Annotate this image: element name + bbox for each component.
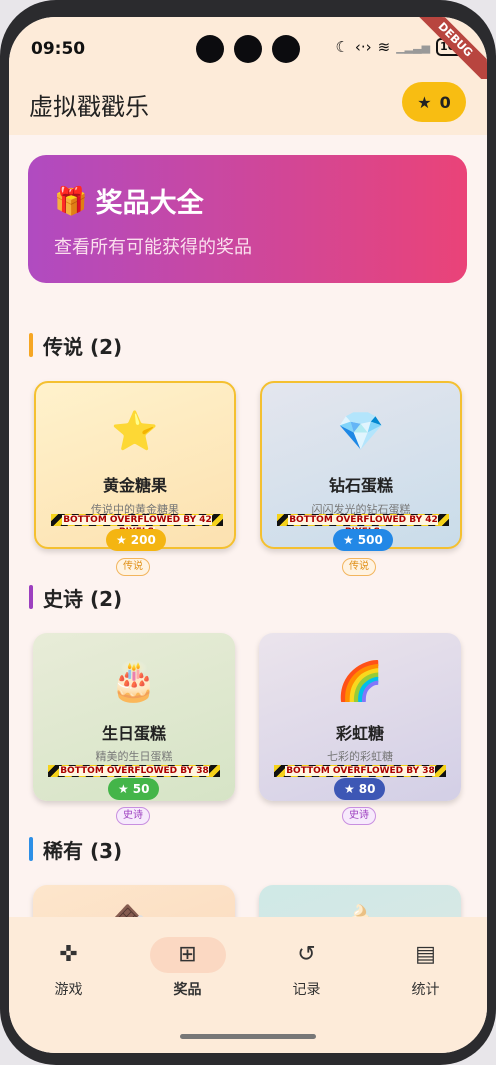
status-bar: 09:50 ☾ ‹·› ≋ ▁▂▃▅ 100 DEBUG xyxy=(9,17,487,89)
star-icon: ★ xyxy=(116,533,127,547)
prize-price-badge: ★ 200 xyxy=(106,529,166,551)
rarity-tag: 史诗 xyxy=(342,807,376,825)
gamepad-icon: ✜ xyxy=(59,942,78,967)
status-time: 09:50 xyxy=(31,39,86,59)
prize-name: 生日蛋糕 xyxy=(101,724,166,743)
wifi-icon: ≋ xyxy=(377,38,391,56)
hero-title-text: 奖品大全 xyxy=(95,188,204,219)
section-label: 传说 (2) xyxy=(43,334,123,359)
app-bar: 虚拟戳戳乐 ★ 0 xyxy=(9,79,487,135)
section-label: 稀有 (3) xyxy=(43,838,123,863)
app-title: 虚拟戳戳乐 xyxy=(29,93,149,121)
prize-description: 七彩的彩虹糖 xyxy=(327,750,393,763)
device-frame: 09:50 ☾ ‹·› ≋ ▁▂▃▅ 100 DEBUG 虚拟戳戳乐 ★ 0 🎁… xyxy=(0,0,496,1065)
rarity-tag: 史诗 xyxy=(116,807,150,825)
overflow-warning: BOTTOM OVERFLOWED BY 42 PIXELS xyxy=(277,514,449,537)
rarity-tag: 传说 xyxy=(116,558,150,576)
gift-icon: ⊞ xyxy=(149,937,226,973)
star-icon: ⭐ xyxy=(111,409,159,453)
overflow-warning: BOTTOM OVERFLOWED BY 42 PIXELS xyxy=(51,514,223,537)
hero-title: 🎁 奖品大全 xyxy=(54,181,204,220)
prize-price-badge: ★ 50 xyxy=(108,778,160,800)
section-header-legendary: 传说 (2) xyxy=(29,331,122,359)
section-label: 史诗 (2) xyxy=(43,586,123,611)
ice-cream-icon: 🍦 xyxy=(259,903,461,917)
section-accent-bar xyxy=(29,333,33,357)
prize-price-badge: ★ 500 xyxy=(333,529,393,551)
cake-icon: 🎂 xyxy=(110,659,158,703)
prize-card-ice-cream[interactable]: 🍦 xyxy=(259,885,461,917)
prize-card-rainbow-candy[interactable]: 🌈 彩虹糖 七彩的彩虹糖 BOTTOM OVERFLOWED BY 38 PIX… xyxy=(259,633,461,801)
nav-label: 奖品 xyxy=(173,982,202,998)
prize-name: 黄金糖果 xyxy=(102,476,167,495)
moon-icon: ☾ xyxy=(335,38,349,56)
nav-item-prizes[interactable]: ⊞ 奖品 xyxy=(128,937,247,999)
section-accent-bar xyxy=(29,837,33,861)
nav-label: 统计 xyxy=(411,982,440,998)
data-transfer-icon: ‹·› xyxy=(354,38,372,56)
prize-name: 彩虹糖 xyxy=(335,724,384,743)
nav-label: 记录 xyxy=(292,982,321,998)
overflow-warning: BOTTOM OVERFLOWED BY 38 PIXELS xyxy=(274,765,446,788)
hero-banner: 🎁 奖品大全 查看所有可能获得的奖品 xyxy=(28,155,467,283)
nav-item-game[interactable]: ✜ 游戏 xyxy=(9,937,128,999)
star-balance-badge[interactable]: ★ 0 xyxy=(402,82,466,122)
section-header-rare: 稀有 (3) xyxy=(29,835,122,863)
star-icon: ★ xyxy=(118,782,129,796)
camera-icon xyxy=(196,35,224,63)
nav-item-stats[interactable]: ▤ 统计 xyxy=(366,937,485,999)
chart-icon: ▤ xyxy=(415,942,436,967)
camera-icon xyxy=(234,35,262,63)
overflow-warning: BOTTOM OVERFLOWED BY 38 PIXELS xyxy=(48,765,220,788)
home-indicator[interactable] xyxy=(180,1034,316,1039)
prize-card-birthday-cake[interactable]: 🎂 生日蛋糕 精美的生日蛋糕 BOTTOM OVERFLOWED BY 38 P… xyxy=(33,633,235,801)
rainbow-icon: 🌈 xyxy=(336,659,384,703)
screen: 09:50 ☾ ‹·› ≋ ▁▂▃▅ 100 DEBUG 虚拟戳戳乐 ★ 0 🎁… xyxy=(9,17,487,1053)
gift-icon: 🎁 xyxy=(54,185,88,217)
signal-icon: ▁▂▃▅ xyxy=(396,40,431,54)
prize-card-golden-candy[interactable]: ⭐ 黄金糖果 传说中的黄金糖果 BOTTOM OVERFLOWED BY 42 … xyxy=(34,381,236,551)
star-icon: ★ xyxy=(344,782,355,796)
hero-subtitle: 查看所有可能获得的奖品 xyxy=(54,237,252,258)
section-header-epic: 史诗 (2) xyxy=(29,583,122,611)
star-icon: ★ xyxy=(343,533,354,547)
prize-price-badge: ★ 80 xyxy=(334,778,386,800)
diamond-icon: 💎 xyxy=(337,409,385,453)
star-count: 0 xyxy=(439,92,451,112)
prize-list[interactable]: 🎁 奖品大全 查看所有可能获得的奖品 传说 (2) ⭐ 黄金糖果 传说中的黄金糖… xyxy=(9,135,487,917)
bottom-navigation: ✜ 游戏 ⊞ 奖品 ↺ 记录 ▤ 统计 xyxy=(9,917,487,1053)
prize-card-diamond-cake[interactable]: 💎 钻石蛋糕 闪闪发光的钻石蛋糕 BOTTOM OVERFLOWED BY 42… xyxy=(260,381,462,551)
prize-card-chocolate[interactable]: 🍫 xyxy=(33,885,235,917)
star-icon: ★ xyxy=(417,92,432,112)
prize-description: 精美的生日蛋糕 xyxy=(95,750,173,763)
history-icon: ↺ xyxy=(297,942,316,967)
prize-name: 钻石蛋糕 xyxy=(328,476,393,495)
camera-icon xyxy=(272,35,300,63)
nav-label: 游戏 xyxy=(54,982,83,998)
chocolate-icon: 🍫 xyxy=(33,903,235,917)
rarity-tag: 传说 xyxy=(342,558,376,576)
nav-item-history[interactable]: ↺ 记录 xyxy=(247,937,366,999)
section-accent-bar xyxy=(29,585,33,609)
